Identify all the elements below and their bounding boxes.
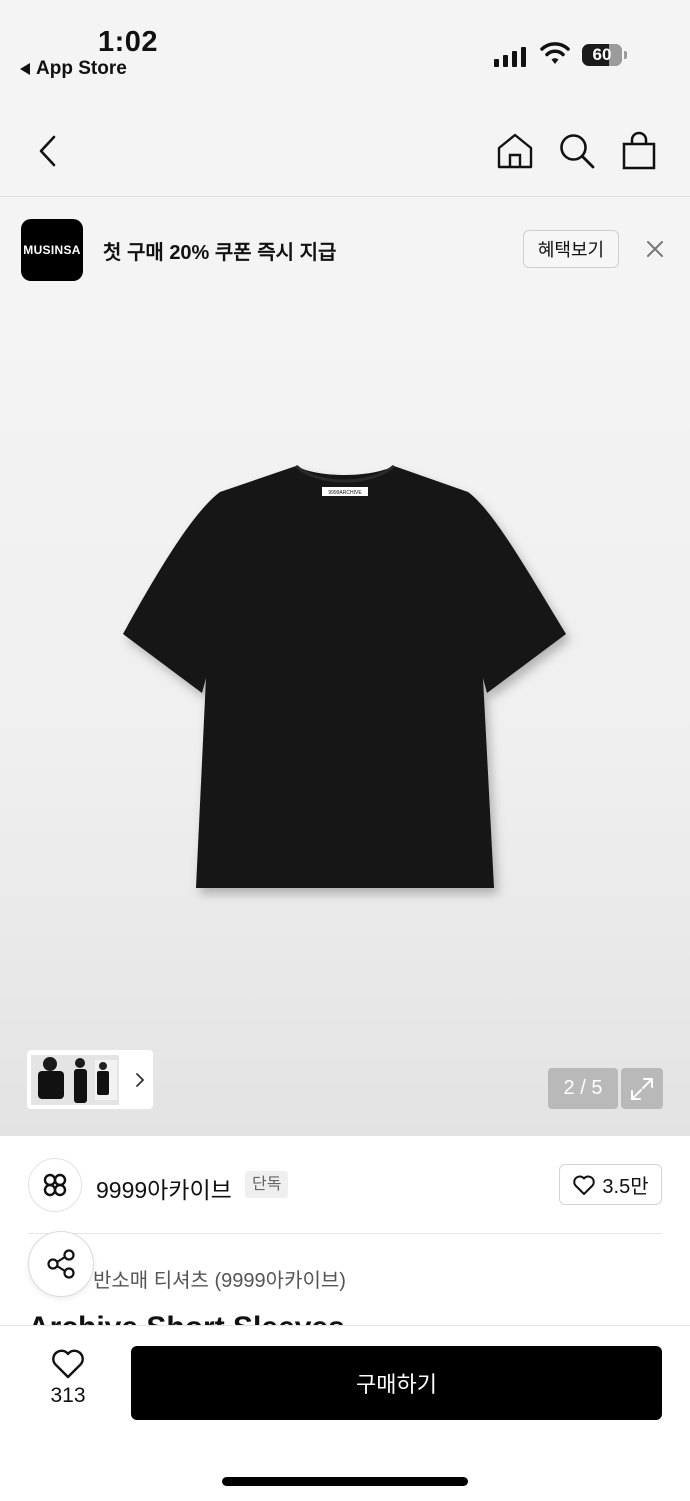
wish-count: 313 [50,1384,86,1407]
brand-like-button[interactable]: 3.5만 [559,1164,662,1205]
exclusive-badge: 단독 [245,1171,289,1198]
back-triangle-icon [20,63,30,75]
promo-text: 첫 구매 20% 쿠폰 즉시 지급 [103,242,337,264]
image-counter: 2 / 5 [548,1068,618,1109]
product-title: Archive Short Sleeves [28,1308,345,1326]
share-icon [47,1249,75,1279]
home-icon[interactable] [496,132,534,175]
share-button[interactable] [28,1231,94,1297]
brand-like-count: 3.5만 [602,1176,649,1198]
signal-icon [494,45,526,67]
musinsa-logo: MUSINSA [21,219,83,281]
product-image-area[interactable]: 9999ARCHIVE [0,296,690,1136]
wish-button[interactable]: 313 [40,1348,96,1408]
product-subtitle: 반소매 티셔츠 (9999아카이브) [93,1270,346,1292]
status-time: 1:02 [98,26,159,58]
heart-icon [52,1349,84,1379]
nav-divider [0,196,690,197]
battery-nub [624,51,627,59]
close-icon[interactable] [644,238,666,265]
expand-icon[interactable] [621,1068,663,1109]
back-app-label: App Store [36,58,127,79]
brand-logo[interactable] [28,1158,82,1212]
home-indicator [222,1477,468,1486]
info-divider [28,1233,662,1234]
heart-icon [573,1175,596,1195]
chevron-left-icon[interactable] [36,134,60,173]
brand-name[interactable]: 9999아카이브 [96,1171,232,1205]
battery-icon: 60 [582,44,622,66]
benefits-button[interactable]: 혜택보기 [523,230,619,268]
search-icon[interactable] [558,132,596,175]
shopping-bag-icon[interactable] [621,131,657,176]
wifi-icon [540,40,570,71]
buy-button[interactable]: 구매하기 [131,1346,662,1420]
product-tshirt-image: 9999ARCHIVE [123,464,566,888]
neck-label-text: 9999ARCHIVE [328,490,362,496]
battery-level: 60 [592,45,612,64]
back-to-app-store[interactable]: App Store [20,58,127,80]
model-thumbnails[interactable] [27,1050,153,1109]
